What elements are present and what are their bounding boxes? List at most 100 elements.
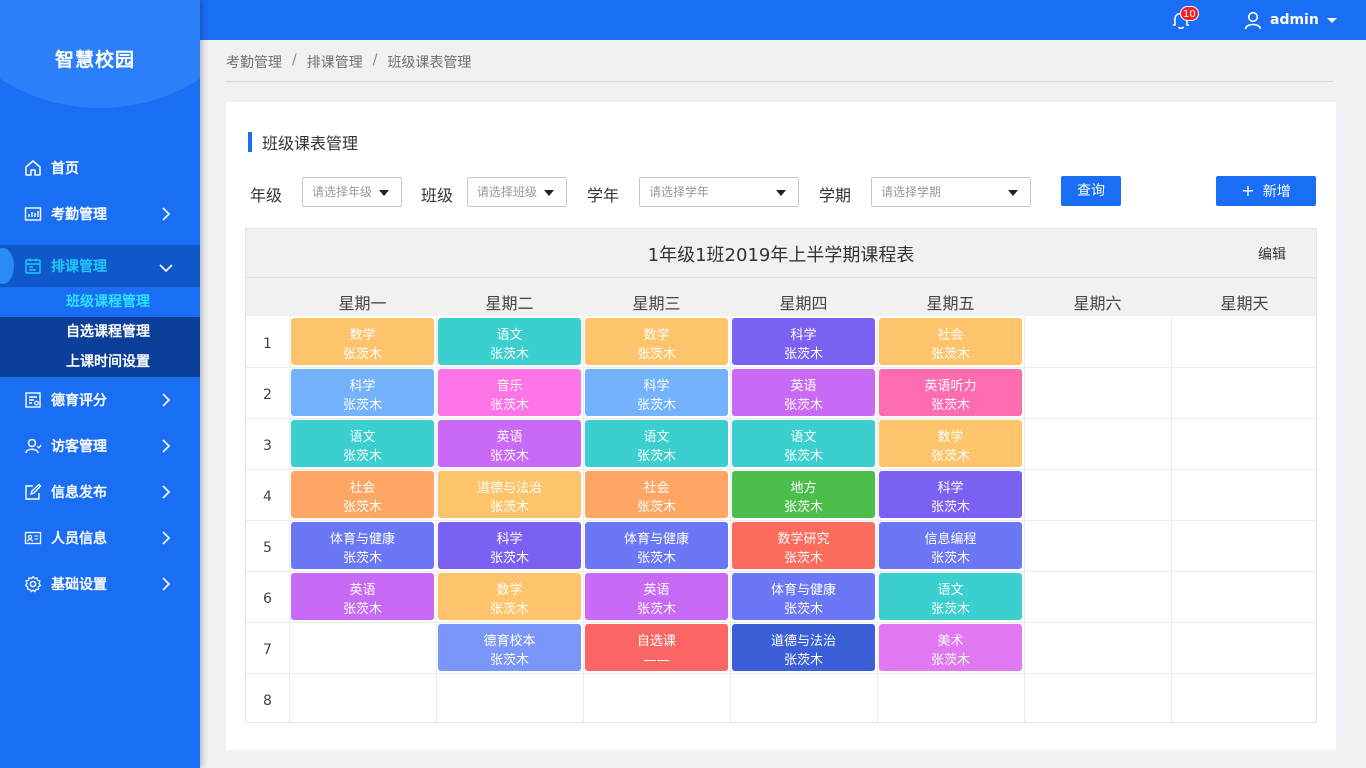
chevron-down-icon xyxy=(159,264,173,273)
sidebar-item-publish[interactable]: 信息发布 xyxy=(0,469,200,515)
sidebar-item-moral-score[interactable]: 德育评分 xyxy=(0,377,200,423)
course-cell[interactable]: 美术 张茨木 xyxy=(879,624,1022,671)
breadcrumb-item[interactable]: 考勤管理 xyxy=(226,52,282,72)
idcard-icon xyxy=(24,529,42,547)
add-button[interactable]: + 新增 xyxy=(1216,176,1316,206)
term-placeholder: 请选择学期 xyxy=(881,185,942,199)
sidebar-item-visitor[interactable]: 访客管理 xyxy=(0,423,200,469)
page-title: 班级课表管理 xyxy=(262,134,359,153)
sidebar-item-scheduling[interactable]: 排课管理 xyxy=(0,245,200,287)
course-teacher: 张茨木 xyxy=(489,602,529,617)
year-placeholder: 请选择学年 xyxy=(649,185,710,199)
grid-line xyxy=(1171,316,1172,722)
sidebar-item-home[interactable]: 首页 xyxy=(0,145,200,191)
chevron-right-icon xyxy=(162,577,171,591)
course-cell[interactable]: 英语听力 张茨木 xyxy=(879,369,1022,416)
caret-down-icon xyxy=(379,190,389,196)
gear-icon xyxy=(24,575,42,593)
course-subject: 美术 xyxy=(937,634,964,649)
course-subject: 英语 xyxy=(790,379,817,394)
course-cell[interactable]: 科学 张茨木 xyxy=(438,522,581,569)
course-cell[interactable]: 语文 张茨木 xyxy=(732,420,875,467)
grid-line xyxy=(246,367,1316,368)
course-cell[interactable]: 音乐 张茨木 xyxy=(438,369,581,416)
course-cell[interactable]: 数学 张茨木 xyxy=(438,573,581,620)
grid-line xyxy=(730,316,731,722)
section-title: 班级课表管理 xyxy=(248,132,359,153)
course-cell[interactable]: 社会 张茨木 xyxy=(291,471,434,518)
course-cell[interactable]: 体育与健康 张茨木 xyxy=(585,522,728,569)
timetable-header: 1年级1班2019年上半学期课程表 编辑 星期一 星期二 星期三 星期四 星期五… xyxy=(246,229,1316,316)
grid-line xyxy=(246,520,1316,521)
sidebar-item-label: 首页 xyxy=(51,161,79,177)
course-cell[interactable]: 科学 张茨木 xyxy=(732,318,875,365)
query-button[interactable]: 查询 xyxy=(1061,176,1121,206)
edit-button[interactable]: 编辑 xyxy=(1258,244,1286,264)
sidebar-item-label: 人员信息 xyxy=(51,531,107,547)
caret-down-icon xyxy=(544,190,554,196)
course-teacher: 张茨木 xyxy=(636,551,676,566)
course-cell[interactable]: 语文 张茨木 xyxy=(585,420,728,467)
course-cell[interactable]: 语文 张茨木 xyxy=(438,318,581,365)
class-placeholder: 请选择班级 xyxy=(477,185,538,199)
course-cell[interactable]: 科学 张茨木 xyxy=(879,471,1022,518)
submenu-elective-course[interactable]: 自选课程管理 xyxy=(0,317,200,347)
submenu-class-time[interactable]: 上课时间设置 xyxy=(0,347,200,377)
course-cell[interactable]: 社会 张茨木 xyxy=(585,471,728,518)
course-cell[interactable]: 社会 张茨木 xyxy=(879,318,1022,365)
course-teacher: 张茨木 xyxy=(636,500,676,515)
user-menu[interactable]: admin xyxy=(1243,10,1337,30)
year-select[interactable]: 请选择学年 xyxy=(639,177,799,207)
course-subject: 体育与健康 xyxy=(770,583,836,598)
course-cell[interactable]: 语文 张茨木 xyxy=(879,573,1022,620)
course-cell[interactable]: 德育校本 张茨木 xyxy=(438,624,581,671)
course-cell[interactable]: 体育与健康 张茨木 xyxy=(732,573,875,620)
sidebar-item-label: 德育评分 xyxy=(51,393,107,409)
breadcrumb-item[interactable]: 排课管理 xyxy=(307,52,363,72)
filter-bar: 年级 请选择年级 班级 请选择班级 学年 请选择学年 学期 请选择学期 查询 +… xyxy=(250,176,1316,208)
course-teacher: 张茨木 xyxy=(636,602,676,617)
course-cell[interactable]: 语文 张茨木 xyxy=(291,420,434,467)
course-subject: 数学 xyxy=(349,328,376,343)
course-subject: 数学研究 xyxy=(777,532,830,547)
course-cell[interactable]: 数学研究 张茨木 xyxy=(732,522,875,569)
title-accent-bar xyxy=(248,132,252,152)
grade-select[interactable]: 请选择年级 xyxy=(302,177,402,207)
chevron-right-icon xyxy=(162,207,171,221)
course-teacher: 张茨木 xyxy=(930,602,970,617)
class-select[interactable]: 请选择班级 xyxy=(467,177,567,207)
course-cell[interactable]: 数学 张茨木 xyxy=(585,318,728,365)
course-cell[interactable]: 道德与法治 张茨木 xyxy=(732,624,875,671)
sidebar-item-attendance[interactable]: 考勤管理 xyxy=(0,191,200,237)
course-subject: 科学 xyxy=(937,481,964,496)
sidebar-item-settings[interactable]: 基础设置 xyxy=(0,561,200,607)
sidebar-item-label: 基础设置 xyxy=(51,577,107,593)
course-cell[interactable]: 英语 张茨木 xyxy=(438,420,581,467)
course-subject: 社会 xyxy=(937,328,964,343)
year-label: 学年 xyxy=(587,186,620,205)
submenu-class-course[interactable]: 班级课程管理 xyxy=(0,287,200,317)
course-subject: 语文 xyxy=(937,583,964,598)
course-teacher: 张茨木 xyxy=(783,347,823,362)
sidebar-item-label: 信息发布 xyxy=(51,485,107,501)
course-cell[interactable]: 英语 张茨木 xyxy=(291,573,434,620)
course-cell[interactable]: 体育与健康 张茨木 xyxy=(291,522,434,569)
course-cell[interactable]: 自选课 —— xyxy=(585,624,728,671)
term-select[interactable]: 请选择学期 xyxy=(871,177,1031,207)
course-cell[interactable]: 数学 张茨木 xyxy=(879,420,1022,467)
course-cell[interactable]: 数学 张茨木 xyxy=(291,318,434,365)
course-cell[interactable]: 道德与法治 张茨木 xyxy=(438,471,581,518)
active-indicator xyxy=(0,248,14,284)
course-cell[interactable]: 科学 张茨木 xyxy=(585,369,728,416)
course-cell[interactable]: 英语 张茨木 xyxy=(732,369,875,416)
course-cell[interactable]: 信息编程 张茨木 xyxy=(879,522,1022,569)
grid-line xyxy=(436,316,437,722)
course-cell[interactable]: 英语 张茨木 xyxy=(585,573,728,620)
sidebar-item-personnel[interactable]: 人员信息 xyxy=(0,515,200,561)
course-teacher: 张茨木 xyxy=(489,398,529,413)
class-label: 班级 xyxy=(421,186,454,205)
course-teacher: 张茨木 xyxy=(930,500,970,515)
period-number: 8 xyxy=(263,693,272,709)
course-cell[interactable]: 地方 张茨木 xyxy=(732,471,875,518)
course-cell[interactable]: 科学 张茨木 xyxy=(291,369,434,416)
